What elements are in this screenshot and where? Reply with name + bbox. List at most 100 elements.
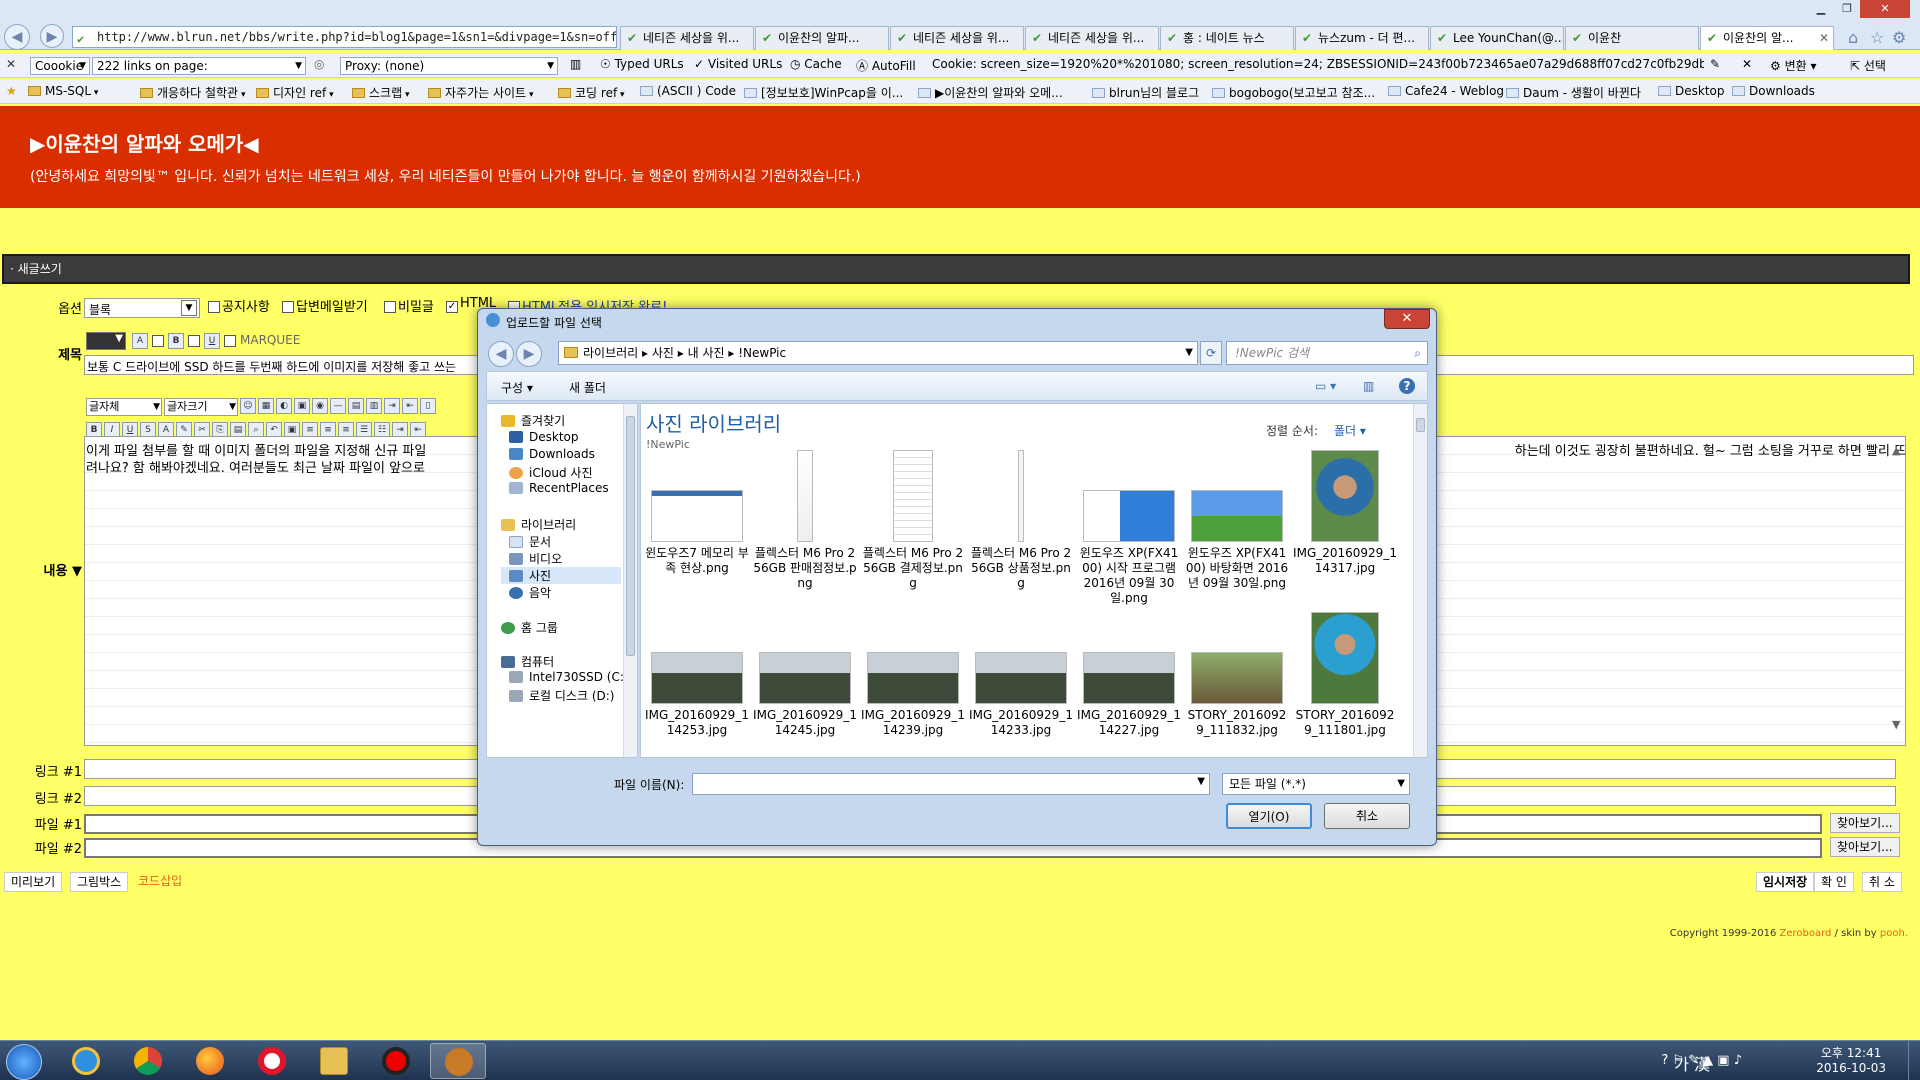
firefox-taskbar-icon[interactable] — [182, 1043, 238, 1079]
file-item[interactable]: 윈도우즈7 메모리 부족 현상.png — [645, 448, 749, 576]
file-item[interactable]: 플렉스터 M6 Pro 256GB 판매점정보.png — [753, 448, 857, 591]
preview-button[interactable]: 미리보기 — [4, 872, 63, 892]
bold-checkbox[interactable] — [152, 335, 164, 347]
scroll-up-icon[interactable]: ▲ — [1892, 444, 1900, 457]
secret-checkbox[interactable]: 비밀글 — [384, 296, 434, 315]
nav-drive-d[interactable]: 로컬 디스크 (D:) — [509, 687, 614, 704]
font-size-select[interactable]: 글자크기 ▼ — [164, 398, 238, 416]
nav-libraries[interactable]: 라이브러리 — [501, 516, 576, 533]
organize-button[interactable]: 구성 ▾ — [501, 379, 533, 396]
line-icon[interactable]: — — [330, 398, 346, 414]
file-item[interactable]: 플렉스터 M6 Pro 256GB 결제정보.png — [861, 448, 965, 591]
close-tab-icon[interactable]: ✕ — [1819, 27, 1829, 49]
edit-icon[interactable]: ✎ — [1710, 57, 1720, 71]
bookmark-star-icon[interactable]: ★ — [6, 84, 17, 98]
file2-browse-button[interactable]: 찾아보기... — [1830, 837, 1900, 857]
bookmark-item[interactable]: MS-SQL ▾ — [28, 84, 98, 98]
browser-tab[interactable]: ✔ 이윤찬 — [1565, 26, 1699, 50]
nav-video[interactable]: 비디오 — [509, 550, 562, 567]
browser-tab[interactable]: ✔ 네티즌 세상을 위... — [620, 26, 754, 50]
links-select[interactable]: 222 links on page: ▼ — [92, 57, 306, 75]
show-desktop-button[interactable] — [1908, 1041, 1920, 1080]
breadcrumb-separator-icon[interactable]: ▸ — [674, 346, 688, 360]
bookmark-item[interactable]: (ASCII ) Code — [640, 84, 736, 98]
browser-tab[interactable]: ✔ 네티즌 세상을 위... — [890, 26, 1024, 50]
browser-tab[interactable]: ✔ Lee YounChan(@... — [1430, 26, 1564, 50]
typed-urls-button[interactable]: ☉ Typed URLs — [600, 57, 684, 71]
browser-tab[interactable]: ✔ 홍 : 네이트 뉴스 — [1160, 26, 1294, 50]
confirm-button[interactable]: 확 인 — [1814, 872, 1854, 892]
bookmark-item[interactable]: Cafe24 - Weblog — [1388, 84, 1504, 98]
bookmark-item[interactable]: [정보보호]WinPcap을 이... — [744, 84, 903, 101]
dialog-cancel-button[interactable]: 취소 — [1324, 803, 1410, 829]
forward-icon[interactable]: ▶ — [40, 24, 64, 48]
bookmark-item[interactable]: blrun님의 블로그 — [1092, 84, 1199, 101]
file-item[interactable]: IMG_20160929_114245.jpg — [753, 610, 857, 738]
start-button[interactable] — [6, 1044, 42, 1080]
breadcrumb-separator-icon[interactable]: ▸ — [638, 346, 652, 360]
dialog-address-bar[interactable]: 라이브러리 ▸ 사진 ▸ 내 사진 ▸ !NewPic ▼ — [558, 341, 1198, 365]
cookie-menu[interactable]: Coookie ▼ — [30, 57, 90, 75]
marquee-checkbox[interactable] — [224, 335, 236, 347]
recorder-taskbar-icon[interactable] — [368, 1043, 424, 1079]
temp-save-button[interactable]: 임시저장 — [1756, 872, 1815, 892]
nav-favorites[interactable]: 즐겨찾기 — [501, 412, 565, 429]
browser-tab[interactable]: ✔ 이윤찬의 알파... — [755, 26, 889, 50]
file-pane-scrollbar[interactable] — [1413, 404, 1427, 757]
cache-button[interactable]: ◷ Cache — [790, 57, 842, 71]
dialog-close-button[interactable]: ✕ — [1384, 309, 1430, 329]
address-bar[interactable]: ✔ http://www.blrun.net/bbs/write.php?id=… — [72, 26, 617, 48]
option-select[interactable]: 블록 ▼ — [84, 298, 200, 318]
grid-icon[interactable]: ▤ — [348, 398, 364, 414]
emoticon-icon[interactable]: ☺ — [240, 398, 256, 414]
skin-author-link[interactable]: pooh. — [1880, 928, 1908, 939]
chrome-taskbar-icon[interactable] — [120, 1043, 176, 1079]
color-picker[interactable]: ▼ — [86, 332, 126, 350]
nav-drive-c[interactable]: Intel730SSD (C:) — [509, 670, 629, 684]
globe-icon[interactable]: ◉ — [312, 398, 328, 414]
table-icon[interactable]: ▦ — [258, 398, 274, 414]
view-options-icon[interactable]: ▭ ▾ — [1315, 379, 1336, 393]
clear-icon[interactable]: ✕ — [1742, 57, 1752, 71]
chevron-down-icon[interactable]: ▼ — [1185, 342, 1193, 364]
bookmark-item[interactable]: Daum - 생활이 바뀐다 — [1506, 84, 1641, 101]
breadcrumb-separator-icon[interactable]: ▸ — [725, 346, 739, 360]
cancel-button[interactable]: 취 소 — [1862, 872, 1902, 892]
explorer-taskbar-icon[interactable] — [306, 1043, 362, 1079]
file-type-filter[interactable]: 모든 파일 (*.*) ▼ — [1222, 773, 1410, 795]
dialog-back-icon[interactable]: ◀ — [488, 341, 514, 367]
opera-taskbar-icon[interactable] — [244, 1043, 300, 1079]
file-item[interactable]: STORY_20160929_111832.jpg — [1185, 610, 1289, 738]
nav-recent[interactable]: RecentPlaces — [509, 481, 609, 495]
file-item[interactable]: IMG_20160929_114239.jpg — [861, 610, 965, 738]
panel-icon[interactable]: ▥ — [570, 57, 581, 71]
image-icon[interactable]: ▣ — [294, 398, 310, 414]
zeroboard-link[interactable]: Zeroboard — [1780, 928, 1832, 939]
file-item[interactable]: 윈도우즈 XP(FX4100) 바탕화면 2016년 09월 30일.png — [1185, 448, 1289, 591]
bookmark-item[interactable]: 개응하다 철학관 ▾ — [140, 84, 246, 101]
font-icon[interactable]: A — [132, 333, 148, 349]
preview-pane-icon[interactable]: ▥ — [1363, 379, 1374, 393]
underline-icon[interactable]: U — [204, 333, 220, 349]
browser-tab[interactable]: ✔ 이윤찬의 알... ✕ — [1700, 26, 1834, 50]
nav-desktop[interactable]: Desktop — [509, 430, 579, 444]
bold-icon[interactable]: B — [168, 333, 184, 349]
nav-downloads[interactable]: Downloads — [509, 447, 595, 461]
bookmark-item[interactable]: 자주가는 사이트 ▾ — [428, 84, 534, 101]
bookmark-item[interactable]: Desktop — [1658, 84, 1725, 98]
bookmark-item[interactable]: 코딩 ref ▾ — [558, 84, 625, 101]
help-icon[interactable]: ? — [1399, 378, 1415, 394]
bookmark-item[interactable]: 스크랩 ▾ — [352, 84, 410, 101]
nav-icloud[interactable]: iCloud 사진 — [509, 464, 593, 481]
nav-music[interactable]: 음악 — [509, 584, 551, 601]
favorites-star-icon[interactable]: ☆ — [1870, 28, 1884, 47]
file-item[interactable]: STORY_20160929_111801.jpg — [1293, 610, 1397, 738]
notice-checkbox[interactable]: 공지사항 — [208, 296, 270, 315]
autofill-button[interactable]: Ⓐ AutoFill — [856, 57, 916, 74]
nav-docs[interactable]: 문서 — [509, 533, 551, 550]
back-icon[interactable]: ◀ — [4, 24, 30, 50]
breadcrumb-item[interactable]: !NewPic — [738, 346, 786, 360]
file-item[interactable]: IMG_20160929_114253.jpg — [645, 610, 749, 738]
grid2-icon[interactable]: ▥ — [366, 398, 382, 414]
taskbar-clock[interactable]: 오후 12:41 2016-10-03 — [1816, 1046, 1886, 1076]
